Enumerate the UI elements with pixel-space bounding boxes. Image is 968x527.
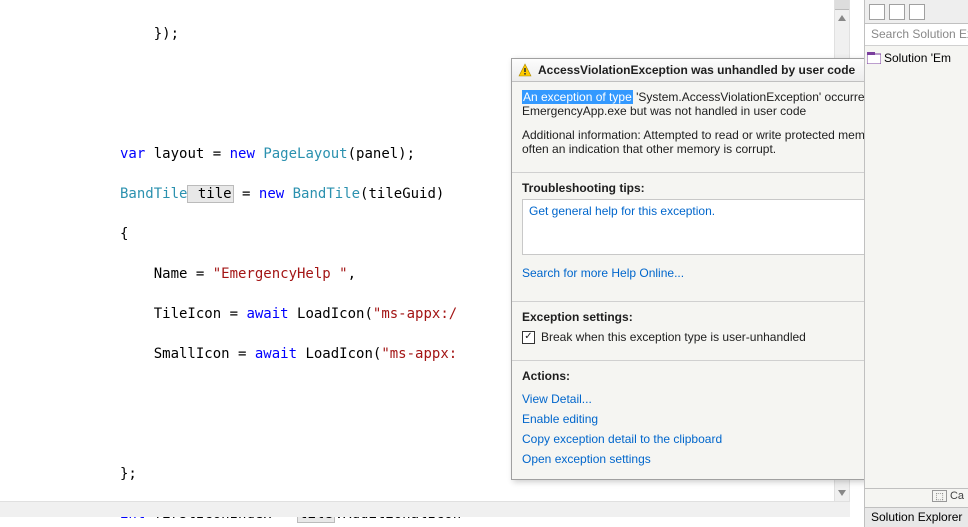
toolbar-button[interactable]	[909, 4, 925, 20]
solution-label: Solution 'Em	[884, 51, 951, 65]
additional-info: Additional information: Attempted to rea…	[522, 128, 922, 156]
tip-link[interactable]: Get general help for this exception.	[529, 204, 715, 218]
break-label: Break when this exception type is user-u…	[541, 330, 806, 344]
selected-text: An exception of type	[522, 90, 633, 104]
solution-tree[interactable]: Solution 'Em	[865, 46, 968, 70]
editor-horizontal-scrollbar[interactable]	[0, 501, 850, 517]
solution-node[interactable]: Solution 'Em	[867, 50, 966, 66]
toolbar-button[interactable]	[889, 4, 905, 20]
break-checkbox[interactable]: ✓	[522, 331, 535, 344]
warning-icon	[518, 63, 532, 77]
search-solution-input[interactable]: Search Solution Ex	[865, 24, 968, 46]
solution-icon	[867, 52, 881, 64]
solution-toolbar	[865, 0, 968, 24]
splitter-handle[interactable]	[835, 0, 849, 10]
code-keyword: var	[120, 146, 145, 162]
scroll-down-arrow[interactable]	[835, 485, 849, 501]
code-text: });	[154, 26, 179, 42]
toolbar-button[interactable]	[869, 4, 885, 20]
solution-explorer: Search Solution Ex Solution 'Em ⬚ Ca Sol…	[864, 0, 968, 527]
status-mini: ⬚ Ca	[865, 489, 968, 507]
solution-explorer-tab[interactable]: Solution Explorer	[865, 507, 968, 527]
scroll-up-arrow[interactable]	[835, 10, 849, 26]
